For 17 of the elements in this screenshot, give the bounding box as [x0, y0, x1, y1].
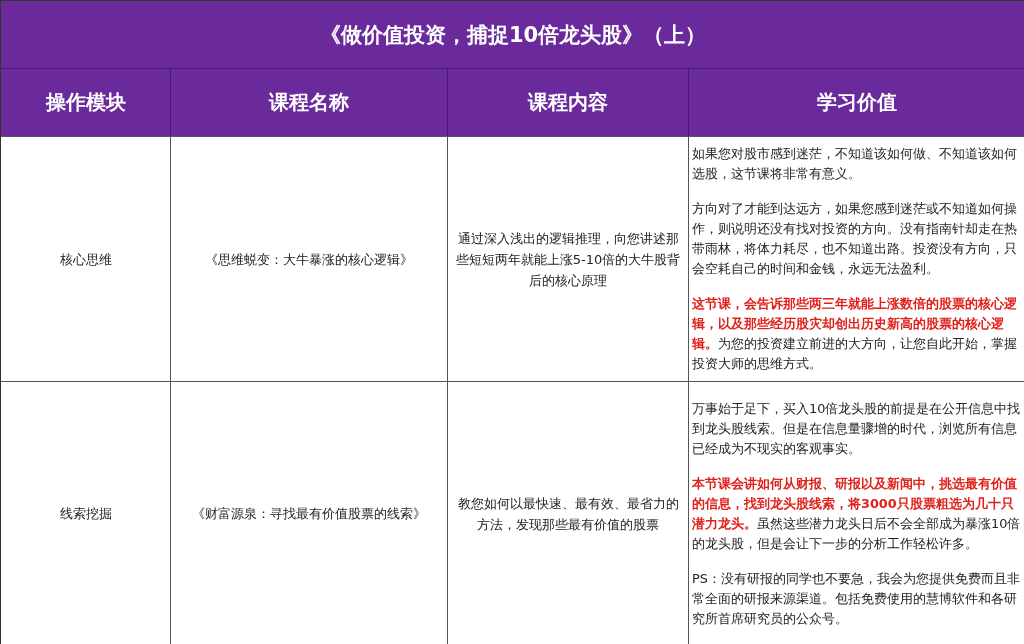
table-cell: 通过深入浅出的逻辑推理，向您讲述那些短短两年就能上涨5-10倍的大牛股背后的核心原理 — [448, 136, 689, 381]
paragraph: 万事始于足下，买入10倍龙头股的前提是在公开信息中找到龙头股线索。但是在信息量骤增的时代，浏览所有信息已经成为不现实的客观事实。 — [692, 399, 1022, 458]
paragraph: 方向对了才能到达远方，如果您感到迷茫或不知道如何操作，则说明还没有找对投资的方向。没有指南针却走在热带雨林，将体力耗尽，也不知道出路。投资没有方向，只会空耗自己的时间和金钱，永远无法盈利。 — [692, 200, 1018, 278]
table-cell: 《财富源泉：寻找最有价值股票的线索》 — [171, 381, 448, 644]
table-cell: 核心思维 — [1, 136, 171, 381]
column-header: 学习价值 — [689, 69, 1024, 136]
table-cell: 教您如何以最快速、最有效、最省力的方法，发现那些最有价值的股票 — [448, 381, 689, 644]
paragraph: 本节课会讲如何从财报、研报以及新闻中，挑选最有价值的信息，找到龙头股线索，将3000只股票粗选为几十只潜力龙头。虽然这些潜力龙头日后不会全部成为暴涨10倍的龙头股，但是会让下一步的分析工作轻松许多。 — [692, 474, 1022, 553]
column-header: 课程名称 — [171, 69, 448, 136]
paragraph: PS：没有研报的同学也不要急，我会为您提供免费而且非常全面的研报来源渠道。包括免费使用的慧博软件和各研究所首席研究员的公众号。 — [692, 569, 1021, 628]
paragraph: 如果您对股市感到迷茫，不知道该如何做、不知道该如何选股，这节课将非常有意义。 — [692, 145, 1018, 183]
column-header: 操作模块 — [1, 69, 171, 136]
table-cell: 《思维蜕变：大牛暴涨的核心逻辑》 — [171, 136, 448, 381]
column-header: 课程内容 — [448, 69, 689, 136]
paragraph: 这节课，会告诉那些两三年就能上涨数倍的股票的核心逻辑，以及那些经历股灾却创出历史新高的股票的核心逻辑。为您的投资建立前进的大方向，让您自此开始，掌握投资大师的思维方式。 — [692, 295, 1018, 373]
table-title: 《做价值投资，捕捉10倍龙头股》（上） — [1, 1, 1024, 69]
table-cell: 线索挖掘 — [1, 381, 171, 644]
